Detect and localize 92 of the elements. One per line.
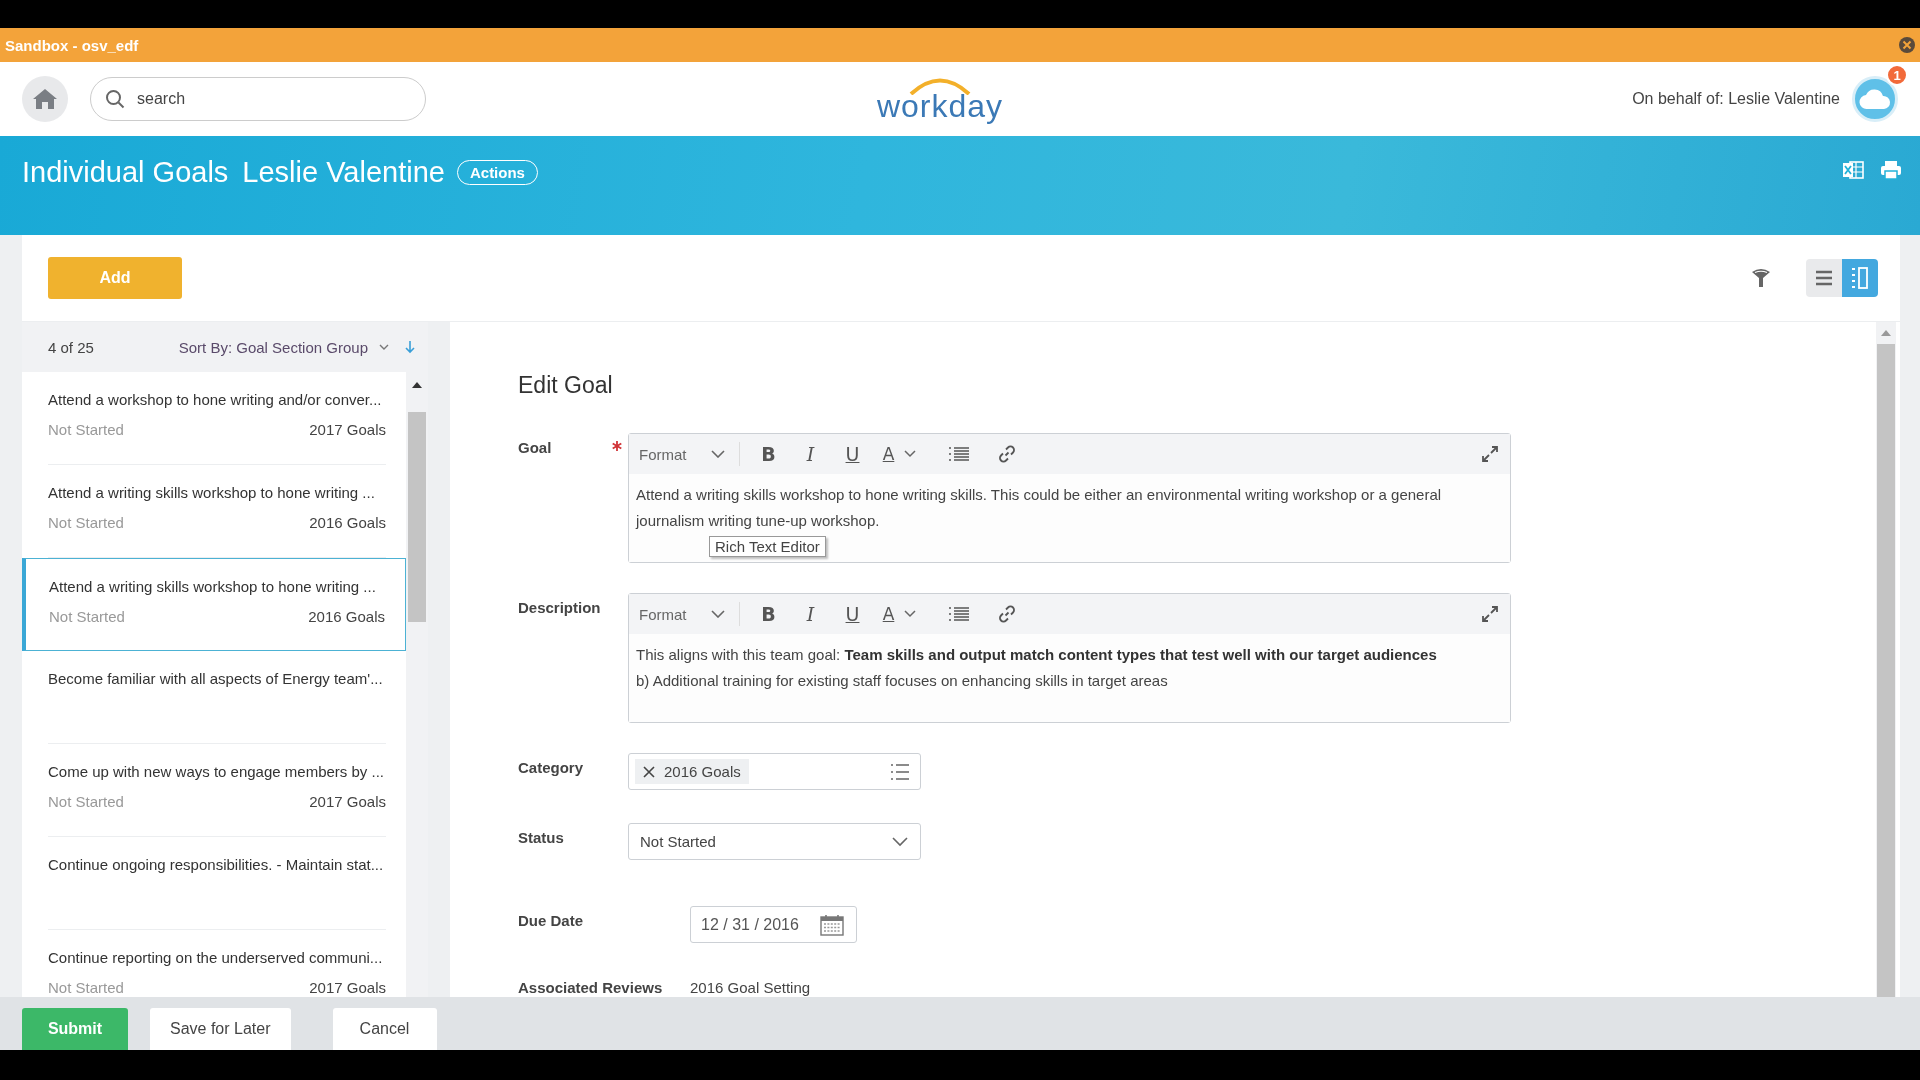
bullet-list-icon[interactable]	[947, 606, 970, 622]
goal-title: Come up with new ways to engage members by ...	[48, 763, 385, 780]
goal-status: Not Started	[48, 793, 124, 810]
bold-button[interactable]: B	[747, 600, 790, 628]
editor-text: Attend a writing skills workshop to hone writing skills. This could be either an environmental writing workshop or a general journalism writing tune-up workshop.	[636, 485, 1443, 531]
goal-category: 2017 Goals	[309, 793, 386, 810]
logo-text: workday	[876, 89, 1004, 123]
footer-button[interactable]: Save for Later	[150, 1008, 291, 1050]
goal-status: Not Started	[48, 979, 124, 996]
chevron-down-icon	[378, 343, 390, 351]
environment-title: Sandbox - osv_edf	[5, 36, 139, 54]
scroll-up-icon[interactable]	[412, 382, 422, 388]
rich-text-editor[interactable]: Format B I U A Attend a writing skills workshop to hone writing skills. This could be either an environmental writing workshop or a general journalism writing tune-up workshop. Rich Text Editor	[628, 433, 1511, 563]
bold-button[interactable]: B	[747, 440, 790, 468]
page-title: Individual Goals	[22, 156, 229, 189]
editor-text: b) Additional training for existing staff focuses on enhancing skills in target areas	[636, 671, 1169, 691]
underline-button[interactable]: U	[831, 440, 874, 468]
goal-list-item[interactable]: Attend a writing skills workshop to hone writing ... Not Started 2016 Goals	[22, 465, 406, 558]
goal-title: Attend a writing skills workshop to hone writing ...	[49, 578, 377, 595]
search-field[interactable]: search	[90, 77, 426, 121]
goal-title: Continue ongoing responsibilities. - Maintain stat...	[48, 856, 385, 873]
text-color-button[interactable]: A	[873, 600, 904, 628]
chevron-down-icon	[710, 450, 725, 458]
chevron-down-icon[interactable]	[903, 450, 916, 458]
goal-category: 2017 Goals	[309, 979, 386, 996]
goal-list-item[interactable]: Attend a workshop to hone writing and/or conver... Not Started 2017 Goals	[22, 372, 406, 465]
home-button[interactable]	[22, 76, 68, 122]
user-label: On behalf of: Leslie Valentine	[1632, 90, 1840, 108]
expand-icon[interactable]	[1482, 446, 1498, 462]
field-label: Goal	[518, 439, 552, 456]
format-dropdown[interactable]: Format	[639, 442, 740, 466]
goal-title: Attend a writing skills workshop to hone writing ...	[48, 484, 376, 501]
goal-category: 2016 Goals	[308, 608, 385, 625]
tooltip: Rich Text Editor	[709, 536, 826, 557]
field-label: Due Date	[518, 912, 584, 929]
field-value: 2016 Goal Setting	[690, 979, 811, 996]
goal-category: 2017 Goals	[309, 421, 386, 438]
goal-list-item[interactable]: Continue ongoing responsibilities. - Maintain stat...	[22, 837, 406, 930]
bullet-list-icon[interactable]	[947, 446, 970, 462]
result-count: 4 of 25	[48, 338, 95, 356]
underline-button[interactable]: U	[831, 600, 874, 628]
spreadsheet-icon[interactable]	[1842, 160, 1864, 180]
italic-button[interactable]: I	[789, 440, 832, 468]
calendar-icon[interactable]	[820, 913, 844, 936]
goal-status: Not Started	[48, 421, 124, 438]
notification-badge: 1	[1886, 64, 1908, 86]
chevron-down-icon	[710, 610, 725, 618]
search-icon	[105, 89, 125, 109]
status-dropdown[interactable]: Not Started	[628, 823, 921, 860]
close-icon[interactable]	[1898, 36, 1916, 54]
date-field[interactable]: 12 / 31 / 2016	[690, 906, 857, 943]
field-label: Associated Reviews	[518, 979, 663, 996]
field-label: Status	[518, 829, 564, 846]
goal-list-item[interactable]: Become familiar with all aspects of Energy team'...	[22, 651, 406, 744]
goal-title: Attend a workshop to hone writing and/or conver...	[48, 391, 383, 408]
goal-title: Become familiar with all aspects of Energy team'...	[48, 670, 384, 687]
detail-view-icon	[1850, 266, 1870, 290]
field-label: Description	[518, 599, 601, 616]
list-icon	[1814, 269, 1834, 287]
home-icon	[32, 87, 58, 111]
footer-button[interactable]: Cancel	[332, 1008, 437, 1050]
tag-label: 2016 Goals	[664, 763, 741, 780]
list-view-button[interactable]	[1806, 259, 1842, 297]
goal-title: Continue reporting on the underserved communi...	[48, 949, 384, 966]
scrollbar-thumb[interactable]	[408, 412, 426, 622]
goal-list-item[interactable]: Come up with new ways to engage members by ... Not Started 2017 Goals	[22, 744, 406, 837]
format-dropdown[interactable]: Format	[639, 602, 740, 626]
tag-chip[interactable]: 2016 Goals	[635, 759, 749, 784]
detail-view-button[interactable]	[1842, 259, 1878, 297]
list-prompt-icon[interactable]	[890, 762, 910, 781]
chevron-down-icon[interactable]	[903, 610, 916, 618]
sort-arrow-icon[interactable]	[404, 340, 416, 354]
goal-category: 2016 Goals	[309, 514, 386, 531]
form-title: Edit Goal	[518, 372, 614, 399]
cloud-icon	[1859, 88, 1891, 110]
multiselect-field[interactable]: 2016 Goals	[628, 753, 921, 790]
sort-dropdown[interactable]: Sort By: Goal Section Group	[178, 338, 404, 356]
text-color-button[interactable]: A	[873, 440, 904, 468]
worker-name: Leslie Valentine	[242, 156, 445, 189]
field-label: Category	[518, 759, 584, 776]
filter-icon[interactable]	[1750, 267, 1772, 289]
remove-icon[interactable]	[643, 765, 655, 778]
link-icon[interactable]	[997, 445, 1016, 463]
print-icon[interactable]	[1880, 160, 1902, 180]
chevron-down-icon	[892, 836, 908, 847]
link-icon[interactable]	[997, 605, 1016, 623]
rich-text-editor[interactable]	[628, 593, 1511, 723]
goal-status: Not Started	[48, 514, 124, 531]
editor-text: This aligns with this team goal: Team skills and output match content types that test well with our target audiences	[636, 645, 1438, 665]
italic-button[interactable]: I	[789, 600, 832, 628]
goal-status: Not Started	[49, 608, 125, 625]
expand-icon[interactable]	[1482, 606, 1498, 622]
